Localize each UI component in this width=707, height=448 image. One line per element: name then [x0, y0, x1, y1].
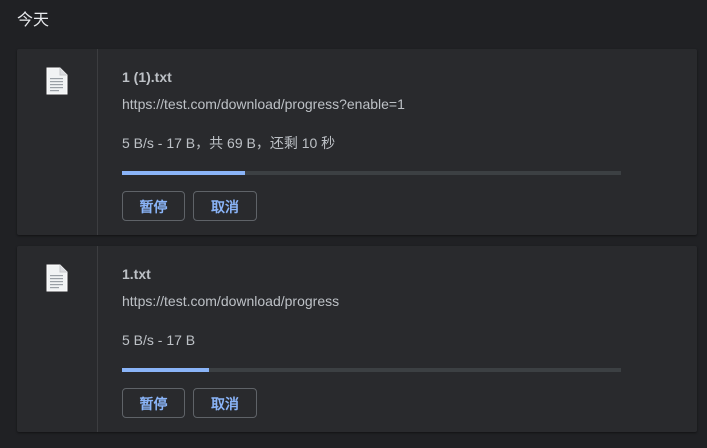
downloads-page: 今天 1 (1).txt https://test.com/download/p… [0, 0, 707, 448]
download-details: 1 (1).txt https://test.com/download/prog… [122, 49, 697, 235]
progress-bar-fill [122, 171, 245, 175]
download-icon-area [17, 49, 98, 235]
file-url-link[interactable]: https://test.com/download/progress?enabl… [122, 96, 405, 112]
download-item: 1.txt https://test.com/download/progress… [17, 246, 697, 432]
file-url-link[interactable]: https://test.com/download/progress [122, 293, 339, 309]
file-name-link[interactable]: 1.txt [122, 266, 151, 282]
progress-bar [122, 368, 621, 372]
download-icon-area [17, 246, 98, 432]
progress-bar [122, 171, 621, 175]
download-details: 1.txt https://test.com/download/progress… [122, 246, 697, 432]
cancel-button[interactable]: 取消 [193, 388, 257, 418]
download-status: 5 B/s - 17 B，共 69 B，还剩 10 秒 [122, 135, 336, 151]
pause-button[interactable]: 暂停 [122, 191, 185, 221]
file-name-link[interactable]: 1 (1).txt [122, 69, 172, 85]
pause-button[interactable]: 暂停 [122, 388, 185, 418]
section-title-today: 今天 [17, 12, 50, 29]
progress-bar-fill [122, 368, 210, 372]
download-item: 1 (1).txt https://test.com/download/prog… [17, 49, 697, 235]
file-icon [46, 264, 68, 292]
cancel-button[interactable]: 取消 [193, 191, 257, 221]
download-status: 5 B/s - 17 B [122, 332, 196, 348]
file-icon [46, 67, 68, 95]
